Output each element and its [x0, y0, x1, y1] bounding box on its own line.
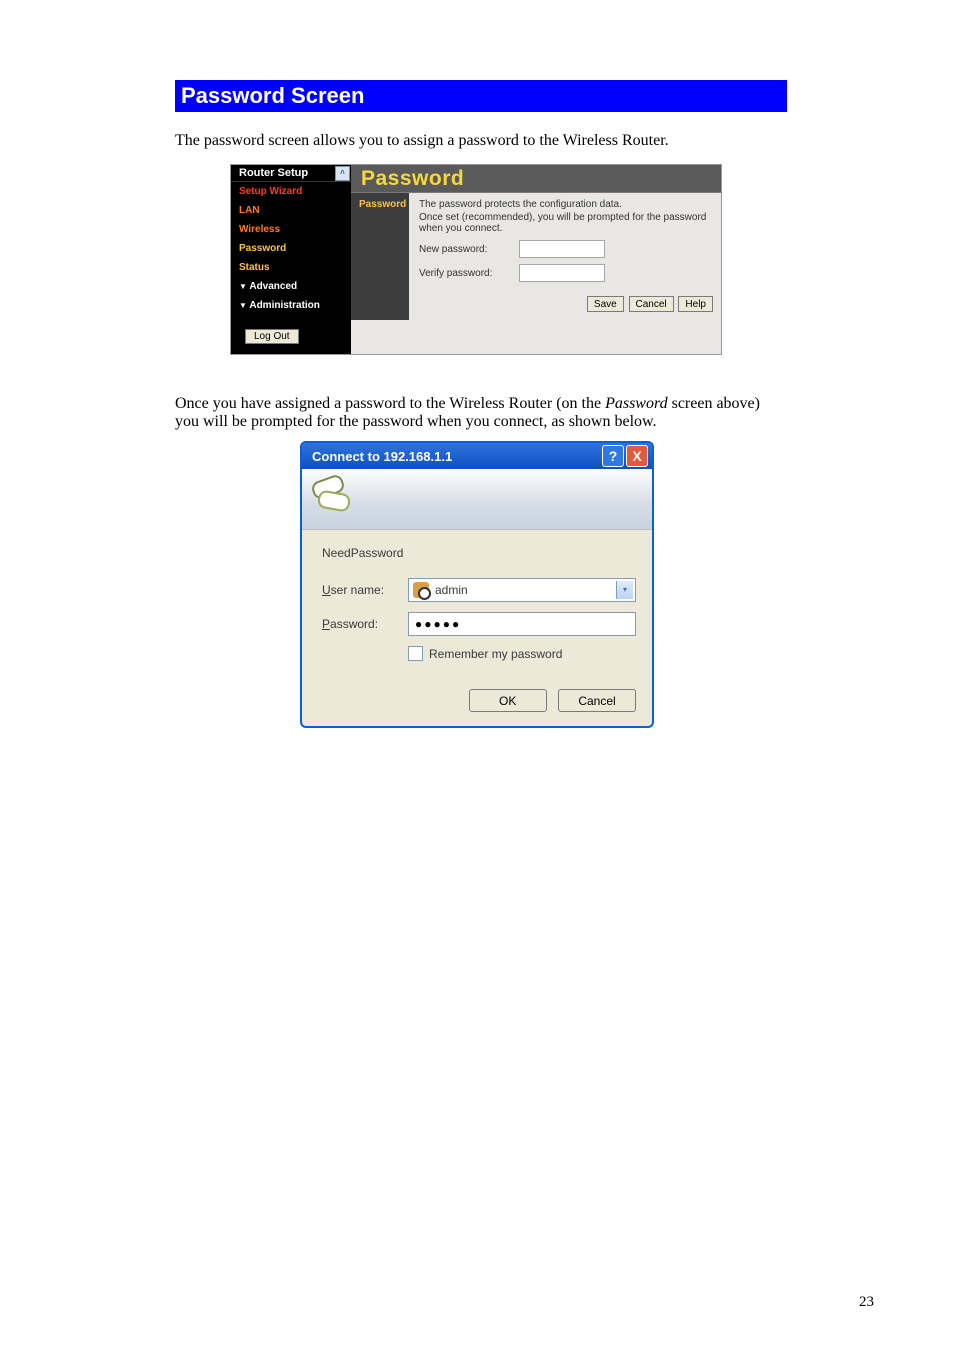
username-label: User name:: [322, 583, 408, 597]
dialog-title: Connect to 192.168.1.1: [312, 449, 600, 464]
sidebar-header-text: Router Setup: [239, 167, 308, 179]
verify-password-input[interactable]: [519, 264, 605, 282]
router-sidebar-header: Router Setup ˄: [231, 165, 351, 182]
router-main-title: Password: [351, 165, 721, 193]
verify-password-label: Verify password:: [419, 268, 519, 279]
keys-icon: [312, 478, 354, 520]
remember-password-label: Remember my password: [429, 647, 562, 661]
dialog-titlebar: Connect to 192.168.1.1 ? X: [302, 443, 652, 469]
connect-dialog: Connect to 192.168.1.1 ? X NeedPassword …: [300, 441, 654, 728]
mid-para-before: Once you have assigned a password to the…: [175, 395, 605, 412]
sidebar-item-wireless[interactable]: Wireless: [231, 220, 351, 239]
mid-paragraph: Once you have assigned a password to the…: [175, 395, 785, 431]
section-heading: Password Screen: [175, 80, 787, 112]
auth-realm-text: NeedPassword: [322, 546, 636, 560]
sidebar-item-lan[interactable]: LAN: [231, 201, 351, 220]
intro-text: The password screen allows you to assign…: [175, 132, 775, 150]
new-password-input[interactable]: [519, 240, 605, 258]
router-setup-screenshot: Router Setup ˄ Setup Wizard LAN Wireless…: [230, 164, 722, 355]
new-password-label: New password:: [419, 244, 519, 255]
page-number: 23: [859, 1294, 874, 1311]
remember-password-checkbox[interactable]: [408, 646, 423, 661]
username-value: admin: [435, 583, 616, 597]
user-icon: [413, 582, 429, 598]
sidebar-item-setup-wizard[interactable]: Setup Wizard: [231, 182, 351, 201]
password-desc-line1: The password protects the configuration …: [419, 199, 713, 210]
router-main-panel: Password Password The password protects …: [351, 165, 721, 354]
chevron-down-icon[interactable]: ▾: [616, 581, 633, 599]
scroll-up-icon[interactable]: ˄: [335, 166, 350, 181]
sidebar-group-administration[interactable]: ▼ Administration: [231, 296, 351, 315]
sidebar-item-status[interactable]: Status: [231, 258, 351, 277]
sidebar-group-advanced[interactable]: ▼ Advanced: [231, 277, 351, 296]
form-section-label: Password: [351, 193, 409, 320]
password-input[interactable]: [408, 612, 636, 636]
ok-button[interactable]: OK: [469, 689, 547, 712]
remember-password-row[interactable]: Remember my password: [408, 646, 636, 661]
logout-button[interactable]: Log Out: [245, 329, 299, 344]
username-combo[interactable]: admin ▾: [408, 578, 636, 602]
help-button[interactable]: Help: [678, 296, 713, 312]
dialog-help-button[interactable]: ?: [602, 445, 624, 467]
dialog-close-button[interactable]: X: [626, 445, 648, 467]
cancel-button[interactable]: Cancel: [629, 296, 674, 312]
dialog-header-strip: [302, 469, 652, 530]
advanced-label: Advanced: [249, 281, 297, 292]
triangle-down-icon: ▼: [239, 301, 247, 310]
password-desc-line2: Once set (recommended), you will be prom…: [419, 212, 713, 234]
cancel-button[interactable]: Cancel: [558, 689, 636, 712]
sidebar-item-password[interactable]: Password: [231, 239, 351, 258]
password-label: Password:: [322, 617, 408, 631]
router-sidebar: Router Setup ˄ Setup Wizard LAN Wireless…: [231, 165, 351, 354]
triangle-down-icon: ▼: [239, 282, 247, 291]
administration-label: Administration: [249, 300, 320, 311]
save-button[interactable]: Save: [587, 296, 624, 312]
mid-para-italic: Password: [605, 395, 668, 412]
